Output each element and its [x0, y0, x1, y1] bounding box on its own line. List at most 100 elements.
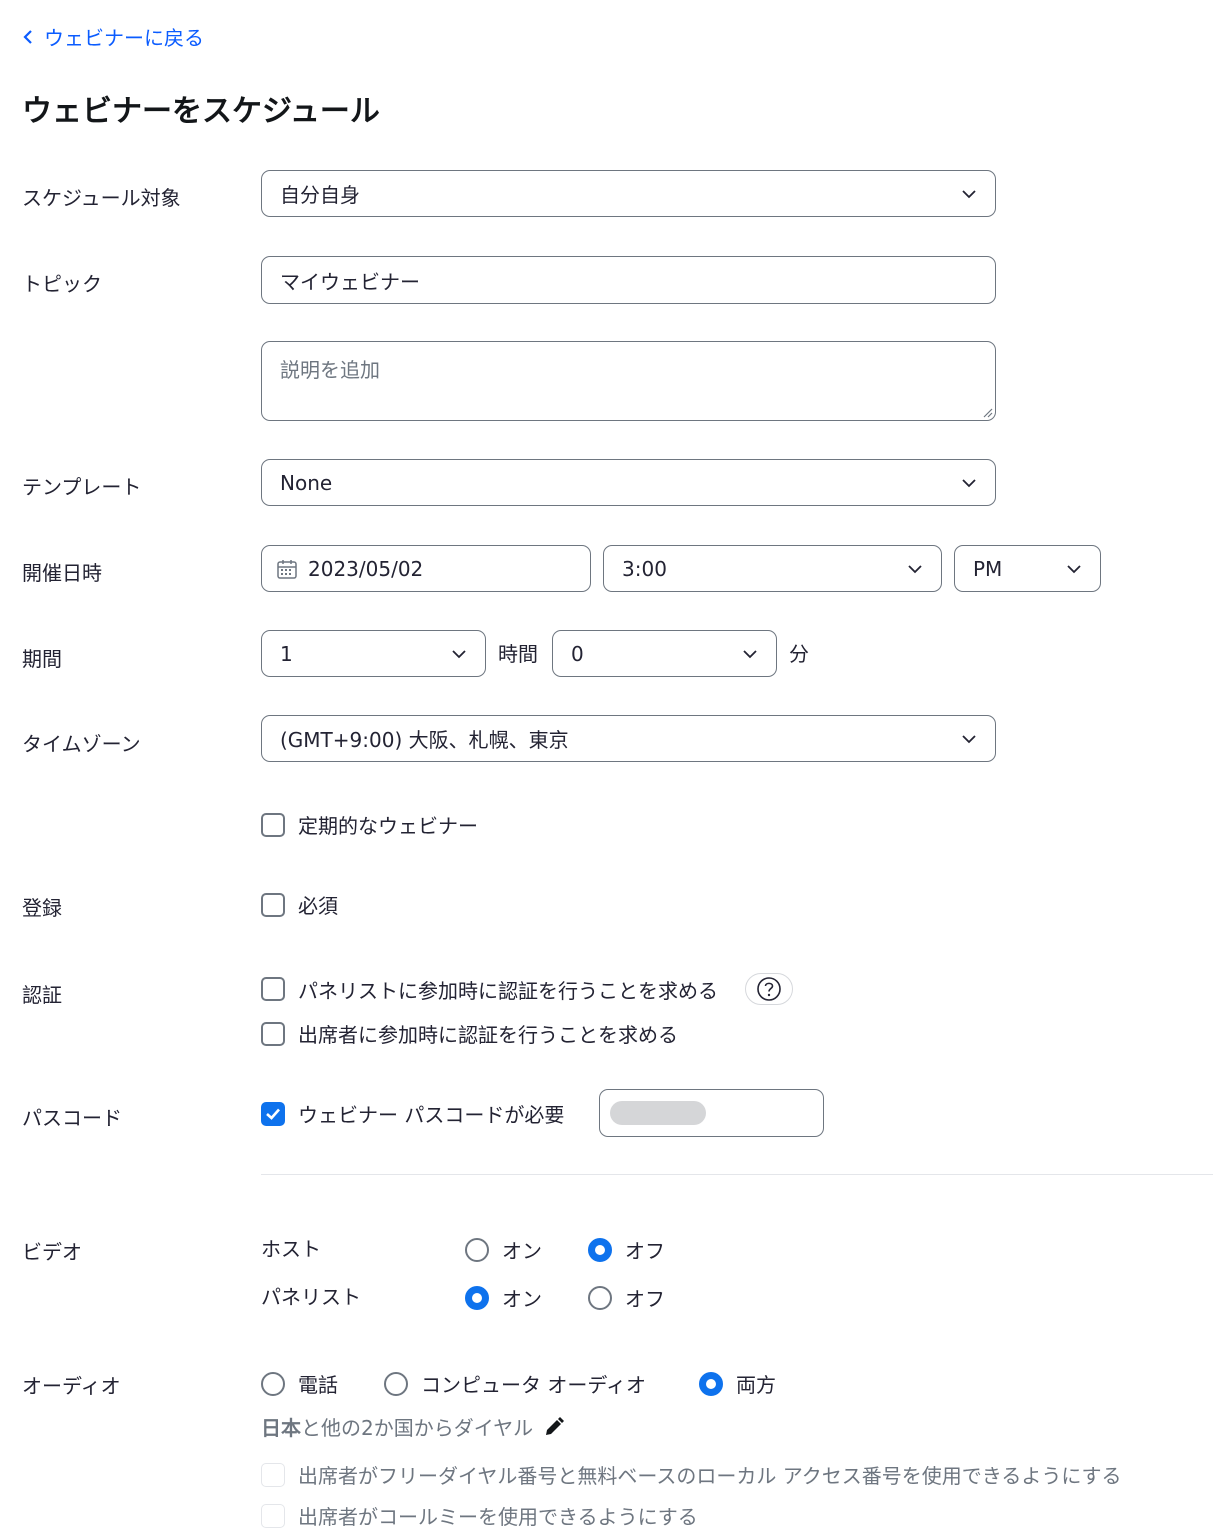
passcode-input[interactable] — [599, 1089, 824, 1137]
pencil-edit-icon[interactable] — [543, 1416, 565, 1438]
radio-label: オン — [502, 1287, 542, 1311]
description-placeholder: 説明を追加 — [280, 358, 380, 382]
panelist-video-on-radio[interactable]: オン — [465, 1283, 542, 1312]
radio-label: コンピュータ オーディオ — [421, 1373, 646, 1397]
back-link-label: ウェビナーに戻る — [44, 26, 204, 50]
video-panelist-label: パネリスト — [261, 1285, 361, 1309]
section-divider — [261, 1174, 1213, 1175]
checkbox-box-disabled[interactable] — [261, 1503, 285, 1528]
page-title: ウェビナーをスケジュール — [22, 94, 380, 129]
recurring-label: 定期的なウェビナー — [298, 814, 478, 838]
radio-button-selected[interactable] — [699, 1371, 723, 1396]
schedule-for-value: 自分自身 — [280, 183, 360, 207]
ampm-select[interactable]: PM — [954, 545, 1101, 592]
schedule-for-label: スケジュール対象 — [22, 186, 181, 210]
chevron-down-icon — [962, 478, 976, 487]
registration-label: 登録 — [22, 896, 62, 920]
registration-option-label: 必須 — [298, 894, 338, 918]
passcode-required-checkbox[interactable]: ウェビナー パスコードが必要 — [261, 1099, 564, 1128]
radio-button[interactable] — [465, 1237, 489, 1262]
registration-required-checkbox[interactable]: 必須 — [261, 890, 338, 919]
timezone-value: (GMT+9:00) 大阪、札幌、東京 — [280, 728, 569, 752]
timezone-select[interactable]: (GMT+9:00) 大阪、札幌、東京 — [261, 715, 996, 762]
hours-unit-label: 時間 — [498, 642, 538, 666]
audio-both-radio[interactable]: 両方 — [699, 1369, 776, 1398]
topic-input[interactable]: マイウェビナー — [261, 256, 996, 304]
dial-country: 日本 — [261, 1416, 301, 1440]
calendar-icon — [277, 559, 297, 579]
chevron-down-icon — [452, 649, 466, 658]
host-video-on-radio[interactable]: オン — [465, 1235, 542, 1264]
radio-label: オフ — [625, 1287, 665, 1311]
panelist-auth-label: パネリストに参加時に認証を行うことを求める — [298, 978, 718, 1003]
radio-label: 電話 — [298, 1373, 338, 1397]
date-value: 2023/05/02 — [308, 556, 424, 581]
radio-button-selected[interactable] — [588, 1237, 612, 1262]
audio-telephone-radio[interactable]: 電話 — [261, 1369, 338, 1398]
template-select[interactable]: None — [261, 459, 996, 506]
chevron-down-icon — [743, 649, 757, 658]
panelist-video-off-radio[interactable]: オフ — [588, 1283, 665, 1312]
call-me-label: 出席者がコールミーを使用できるようにする — [298, 1505, 698, 1529]
date-picker-input[interactable]: 2023/05/02 — [261, 545, 591, 592]
template-value: None — [280, 470, 333, 495]
description-textarea[interactable]: 説明を追加 — [261, 341, 996, 421]
radio-label: オン — [502, 1239, 542, 1263]
minutes-unit-label: 分 — [789, 642, 809, 666]
question-circle-icon — [757, 977, 781, 1001]
duration-minutes-select[interactable]: 0 — [552, 630, 777, 677]
checkbox-box[interactable] — [261, 1021, 285, 1046]
video-host-label: ホスト — [261, 1237, 321, 1261]
toll-free-checkbox[interactable]: 出席者がフリーダイヤル番号と無料ベースのローカル アクセス番号を使用できるように… — [261, 1460, 1122, 1489]
time-value: 3:00 — [622, 556, 667, 581]
radio-label: 両方 — [736, 1373, 776, 1397]
resize-handle-icon[interactable] — [981, 406, 993, 418]
radio-label: オフ — [625, 1239, 665, 1263]
checkbox-box[interactable] — [261, 977, 285, 1001]
host-video-off-radio[interactable]: オフ — [588, 1235, 665, 1264]
when-label: 開催日時 — [22, 561, 102, 585]
check-icon — [266, 1108, 280, 1120]
audio-label: オーディオ — [22, 1374, 121, 1398]
help-icon-button[interactable] — [745, 973, 793, 1005]
checkbox-box[interactable] — [261, 812, 285, 837]
time-select[interactable]: 3:00 — [603, 545, 942, 592]
radio-button[interactable] — [588, 1285, 612, 1310]
passcode-option-label: ウェビナー パスコードが必要 — [298, 1103, 565, 1127]
chevron-down-icon — [962, 734, 976, 743]
radio-button[interactable] — [261, 1371, 285, 1396]
dial-suffix: と他の2か国からダイヤル — [301, 1416, 534, 1440]
chevron-down-icon — [1067, 564, 1081, 573]
radio-button-selected[interactable] — [465, 1285, 489, 1310]
attendee-auth-checkbox[interactable]: 出席者に参加時に認証を行うことを求める — [261, 1019, 678, 1048]
ampm-value: PM — [973, 556, 1003, 581]
topic-value: マイウェビナー — [280, 269, 420, 294]
chevron-down-icon — [908, 564, 922, 573]
dial-in-countries-link[interactable]: 日本と他の2か国からダイヤル — [261, 1412, 565, 1441]
back-to-webinars-link[interactable]: ウェビナーに戻る — [22, 22, 204, 51]
duration-hours-select[interactable]: 1 — [261, 630, 486, 677]
timezone-label: タイムゾーン — [22, 732, 141, 756]
toll-free-label: 出席者がフリーダイヤル番号と無料ベースのローカル アクセス番号を使用できるように… — [298, 1464, 1122, 1488]
schedule-for-select[interactable]: 自分自身 — [261, 170, 996, 217]
video-label: ビデオ — [22, 1240, 82, 1264]
authentication-label: 認証 — [22, 983, 62, 1007]
duration-hours-value: 1 — [280, 641, 293, 666]
recurring-webinar-checkbox[interactable]: 定期的なウェビナー — [261, 810, 478, 839]
chevron-left-icon — [23, 29, 32, 44]
radio-button[interactable] — [384, 1371, 408, 1396]
duration-minutes-value: 0 — [571, 641, 584, 666]
checkbox-box[interactable] — [261, 892, 285, 917]
chevron-down-icon — [962, 189, 976, 198]
audio-computer-radio[interactable]: コンピュータ オーディオ — [384, 1369, 646, 1398]
redacted-passcode — [610, 1101, 706, 1125]
passcode-label: パスコード — [22, 1106, 122, 1130]
call-me-checkbox[interactable]: 出席者がコールミーを使用できるようにする — [261, 1501, 698, 1530]
checkbox-box-checked[interactable] — [261, 1101, 285, 1126]
duration-label: 期間 — [22, 647, 62, 671]
attendee-auth-label: 出席者に参加時に認証を行うことを求める — [298, 1023, 678, 1047]
panelist-auth-checkbox[interactable]: パネリストに参加時に認証を行うことを求める — [261, 973, 793, 1005]
checkbox-box-disabled[interactable] — [261, 1462, 285, 1487]
topic-label: トピック — [22, 272, 102, 296]
template-label: テンプレート — [22, 475, 142, 499]
